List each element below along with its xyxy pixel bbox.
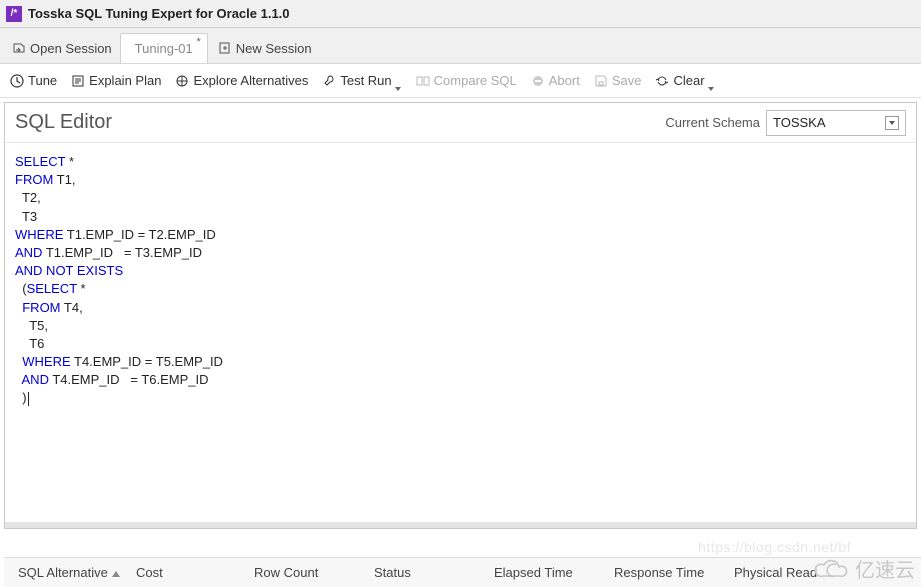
save-label: Save	[612, 73, 642, 88]
new-session-button[interactable]: New Session	[208, 33, 322, 63]
test-run-label: Test Run	[340, 73, 391, 88]
watermark-url: https://blog.csdn.net/bf	[698, 539, 851, 555]
chevron-down-icon	[395, 79, 402, 83]
grid-column-header[interactable]: Status	[360, 565, 480, 580]
text-cursor	[28, 392, 29, 406]
sql-line: T5,	[15, 317, 906, 335]
sql-line: WHERE T4.EMP_ID = T5.EMP_ID	[15, 353, 906, 371]
explain-plan-button[interactable]: Explain Plan	[65, 68, 167, 94]
sql-editor-panel: SQL Editor Current Schema TOSSKA SELECT …	[4, 102, 917, 529]
open-session-button[interactable]: Open Session	[4, 33, 120, 63]
schema-area: Current Schema TOSSKA	[665, 110, 906, 136]
title-bar: /* Tosska SQL Tuning Expert for Oracle 1…	[0, 0, 921, 28]
grid-column-label: Row Count	[254, 565, 318, 580]
editor-header: SQL Editor Current Schema TOSSKA	[5, 103, 916, 143]
editor-bottom-bar	[5, 522, 916, 528]
test-run-button[interactable]: Test Run	[316, 68, 407, 94]
chevron-down-icon	[708, 79, 715, 83]
compare-sql-button: Compare SQL	[410, 68, 523, 94]
tab-strip: Open Session * Tuning-01 New Session	[0, 28, 921, 64]
tune-icon	[10, 74, 24, 88]
grid-column-label: Status	[374, 565, 411, 580]
sql-line: AND T1.EMP_ID = T3.EMP_ID	[15, 244, 906, 262]
sql-line: (SELECT *	[15, 280, 906, 298]
grid-column-label: Elapsed Time	[494, 565, 573, 580]
grid-column-header[interactable]: Cost	[122, 565, 240, 580]
toolbar: Tune Explain Plan Explore Alternatives T…	[0, 64, 921, 98]
grid-column-header[interactable]: SQL Alternative	[4, 565, 122, 580]
sql-line: AND NOT EXISTS	[15, 262, 906, 280]
sql-line: WHERE T1.EMP_ID = T2.EMP_ID	[15, 226, 906, 244]
test-run-icon	[322, 74, 336, 88]
sql-line: T3	[15, 208, 906, 226]
sql-editor-textarea[interactable]: SELECT *FROM T1, T2, T3WHERE T1.EMP_ID =…	[5, 143, 916, 528]
clear-label: Clear	[673, 73, 704, 88]
explore-alternatives-button[interactable]: Explore Alternatives	[169, 68, 314, 94]
explain-plan-label: Explain Plan	[89, 73, 161, 88]
app-icon: /*	[6, 6, 22, 22]
grid-column-header[interactable]: Elapsed Time	[480, 565, 600, 580]
sql-line: SELECT *	[15, 153, 906, 171]
grid-column-header[interactable]: Response Time	[600, 565, 720, 580]
clear-icon	[655, 74, 669, 88]
grid-column-header[interactable]: Row Count	[240, 565, 360, 580]
new-session-icon	[218, 41, 232, 55]
save-button: Save	[588, 68, 648, 94]
compare-sql-icon	[416, 74, 430, 88]
grid-column-header[interactable]: Physical Read	[720, 565, 830, 580]
chevron-down-icon	[885, 116, 899, 130]
tab-unsaved-indicator: *	[196, 36, 200, 48]
tab-tuning-01[interactable]: * Tuning-01	[120, 33, 208, 63]
schema-value: TOSSKA	[773, 115, 826, 130]
tune-label: Tune	[28, 73, 57, 88]
results-grid-header: SQL Alternative Cost Row Count Status Elapse…	[4, 557, 921, 587]
sql-line: AND T4.EMP_ID = T6.EMP_ID	[15, 371, 906, 389]
save-icon	[594, 74, 608, 88]
grid-column-label: SQL Alternative	[18, 565, 108, 580]
grid-column-label: Response Time	[614, 565, 704, 580]
sql-line: T6	[15, 335, 906, 353]
explore-alternatives-icon	[175, 74, 189, 88]
sql-line: FROM T4,	[15, 299, 906, 317]
sql-line: )	[15, 389, 906, 407]
compare-sql-label: Compare SQL	[434, 73, 517, 88]
abort-icon	[531, 74, 545, 88]
schema-label: Current Schema	[665, 115, 760, 130]
editor-title: SQL Editor	[15, 111, 112, 134]
window-title: Tosska SQL Tuning Expert for Oracle 1.1.…	[28, 6, 290, 21]
schema-select[interactable]: TOSSKA	[766, 110, 906, 136]
clear-button[interactable]: Clear	[649, 68, 720, 94]
tune-button[interactable]: Tune	[4, 68, 63, 94]
explore-alternatives-label: Explore Alternatives	[193, 73, 308, 88]
grid-column-label: Cost	[136, 565, 163, 580]
abort-button: Abort	[525, 68, 586, 94]
explain-plan-icon	[71, 74, 85, 88]
sql-line: T2,	[15, 189, 906, 207]
abort-label: Abort	[549, 73, 580, 88]
open-session-label: Open Session	[30, 41, 112, 56]
sql-line: FROM T1,	[15, 171, 906, 189]
tab-label: Tuning-01	[135, 41, 193, 56]
grid-column-label: Physical Read	[734, 565, 817, 580]
new-session-label: New Session	[236, 41, 312, 56]
sort-ascending-icon	[112, 571, 120, 577]
open-session-icon	[12, 41, 26, 55]
